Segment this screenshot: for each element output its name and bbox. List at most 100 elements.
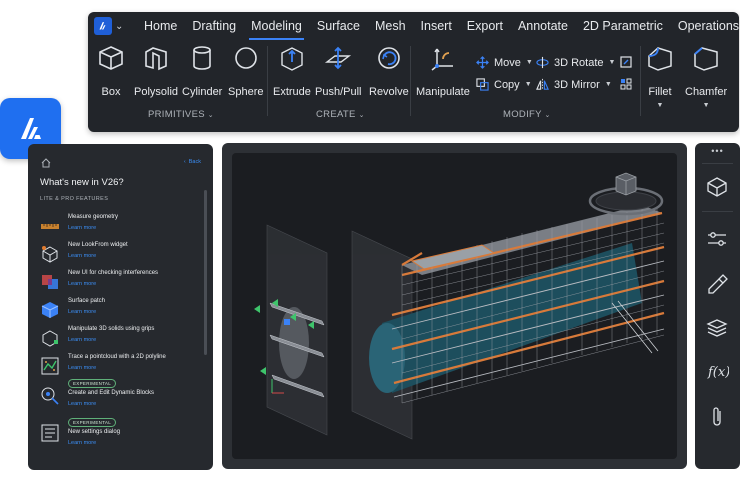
extrude-label: Extrude (273, 86, 311, 98)
group-primitives[interactable]: PRIMITIVES ⌄ (148, 109, 214, 120)
list-item[interactable]: Measure geometry Learn more (40, 214, 200, 240)
tab-mesh[interactable]: Mesh (375, 19, 406, 33)
fillet-icon (648, 47, 672, 71)
sphere-button[interactable]: Sphere (228, 44, 263, 98)
feature-title: New UI for checking interferences (68, 270, 159, 276)
list-item[interactable]: EXPERIMENTAL Create and Edit Dynamic Blo… (40, 379, 200, 407)
panel-scrollbar[interactable] (204, 190, 207, 355)
polysolid-label: Polysolid (134, 86, 179, 98)
list-item[interactable]: New LookFrom widget Learn more (40, 242, 200, 268)
array-icon[interactable] (620, 78, 632, 90)
group-modify-label: MODIFY (503, 109, 542, 120)
learn-more-link[interactable]: Learn more (68, 281, 96, 287)
grip-square (284, 319, 290, 325)
learn-more-link[interactable]: Learn more (68, 401, 96, 407)
app-menu-chevron-icon[interactable]: ⌄ (115, 21, 129, 32)
box-icon (99, 46, 123, 70)
pointcloud-icon (41, 357, 59, 375)
interference-icon (42, 275, 58, 289)
move-icon (476, 56, 489, 69)
copy-button[interactable]: Copy ▼ (476, 78, 532, 91)
group-primitives-label: PRIMITIVES (148, 109, 205, 120)
feature-title: Surface patch (68, 298, 106, 304)
layers-icon[interactable] (705, 315, 729, 339)
feature-title: New settings dialog (68, 429, 121, 435)
revolve-button[interactable]: Revolve (369, 44, 409, 98)
list-item[interactable]: Trace a pointcloud with a 2D polyline Le… (40, 354, 200, 380)
list-item[interactable]: Manipulate 3D solids using grips Learn m… (40, 326, 200, 352)
group-divider (267, 46, 268, 116)
panel-divider (702, 211, 733, 212)
tab-home[interactable]: Home (144, 19, 177, 33)
3d-rotate-icon (536, 56, 549, 69)
more-options-button[interactable]: ••• (695, 146, 740, 156)
fillet-label: Fillet (648, 86, 672, 98)
learn-more-link[interactable]: Learn more (68, 440, 96, 446)
menu-bar: ⌄ Home Drafting Modeling Surface Mesh In… (88, 12, 739, 40)
whats-new-panel: ‹ Back What's new in V26? LITE & PRO FEA… (28, 144, 213, 470)
cylinder-label: Cylinder (182, 86, 223, 98)
paint-icon[interactable] (705, 271, 729, 295)
3d-mirror-dropdown-icon[interactable]: ▼ (605, 81, 612, 88)
fillet-button[interactable]: Fillet ▼ (646, 44, 674, 109)
sphere-icon (234, 47, 257, 69)
copy-icon (476, 78, 489, 91)
back-link[interactable]: ‹ Back (184, 159, 201, 165)
group-create[interactable]: CREATE ⌄ (316, 109, 365, 120)
model-canvas[interactable] (232, 153, 677, 459)
chamfer-button[interactable]: Chamfer ▼ (685, 44, 727, 109)
tab-operations[interactable]: Operations (678, 19, 739, 33)
cylinder-button[interactable]: Cylinder (182, 44, 222, 98)
dynamic-blocks-icon (41, 387, 59, 405)
3d-rotate-button[interactable]: 3D Rotate ▼ (536, 56, 615, 69)
paperclip-icon[interactable] (705, 405, 729, 429)
learn-more-link[interactable]: Learn more (68, 365, 96, 371)
tab-2d-parametric[interactable]: 2D Parametric (583, 19, 663, 33)
app-menu-button[interactable] (94, 17, 112, 35)
list-item[interactable]: EXPERIMENTAL New settings dialog Learn m… (40, 418, 200, 446)
box-button[interactable]: Box (97, 44, 125, 98)
tab-insert[interactable]: Insert (421, 19, 452, 33)
polysolid-button[interactable]: Polysolid (134, 44, 178, 98)
model-viewport[interactable] (222, 143, 687, 469)
grips-icon (42, 330, 58, 347)
move-dropdown-icon[interactable]: ▼ (526, 59, 533, 66)
home-icon[interactable] (41, 158, 51, 168)
surface-patch-icon (41, 302, 59, 318)
feature-title: Create and Edit Dynamic Blocks (68, 390, 155, 396)
lookfrom-widget[interactable] (588, 172, 664, 216)
list-item[interactable]: Surface patch Learn more (40, 298, 200, 324)
copy-dropdown-icon[interactable]: ▼ (525, 81, 532, 88)
fillet-dropdown-icon[interactable]: ▼ (657, 102, 664, 109)
tab-modeling[interactable]: Modeling (249, 19, 304, 40)
function-icon[interactable]: f(x) (705, 359, 729, 383)
group-modify[interactable]: MODIFY ⌄ (503, 109, 551, 120)
revolve-label: Revolve (369, 86, 409, 98)
learn-more-link[interactable]: Learn more (68, 337, 96, 343)
right-tool-panel: ••• f(x) (695, 143, 740, 469)
3d-rotate-dropdown-icon[interactable]: ▼ (609, 59, 616, 66)
tab-surface[interactable]: Surface (317, 19, 360, 33)
svg-text:f(x): f(x) (707, 365, 729, 380)
learn-more-link[interactable]: Learn more (68, 253, 96, 259)
tab-annotate[interactable]: Annotate (518, 19, 568, 33)
move-button[interactable]: Move ▼ (476, 56, 533, 69)
copy-label: Copy (494, 78, 520, 91)
cube-icon[interactable] (705, 175, 729, 199)
push-pull-button[interactable]: Push/Pull (315, 44, 361, 98)
sphere-label: Sphere (228, 86, 264, 98)
tab-export[interactable]: Export (467, 19, 503, 33)
chamfer-dropdown-icon[interactable]: ▼ (703, 102, 710, 109)
ribbon: ⌄ Home Drafting Modeling Surface Mesh In… (88, 12, 739, 132)
extrude-button[interactable]: Extrude (273, 44, 311, 98)
manipulate-button[interactable]: Manipulate (416, 44, 470, 98)
sliders-icon[interactable] (705, 227, 729, 251)
scale-icon[interactable] (620, 56, 632, 68)
extrude-icon (281, 47, 303, 71)
3d-mirror-button[interactable]: 3D Mirror ▼ (536, 78, 612, 91)
learn-more-link[interactable]: Learn more (68, 309, 96, 315)
tab-drafting[interactable]: Drafting (192, 19, 236, 33)
list-item[interactable]: New UI for checking interferences Learn … (40, 270, 200, 296)
feature-title: New LookFrom widget (68, 242, 128, 248)
learn-more-link[interactable]: Learn more (68, 225, 96, 231)
